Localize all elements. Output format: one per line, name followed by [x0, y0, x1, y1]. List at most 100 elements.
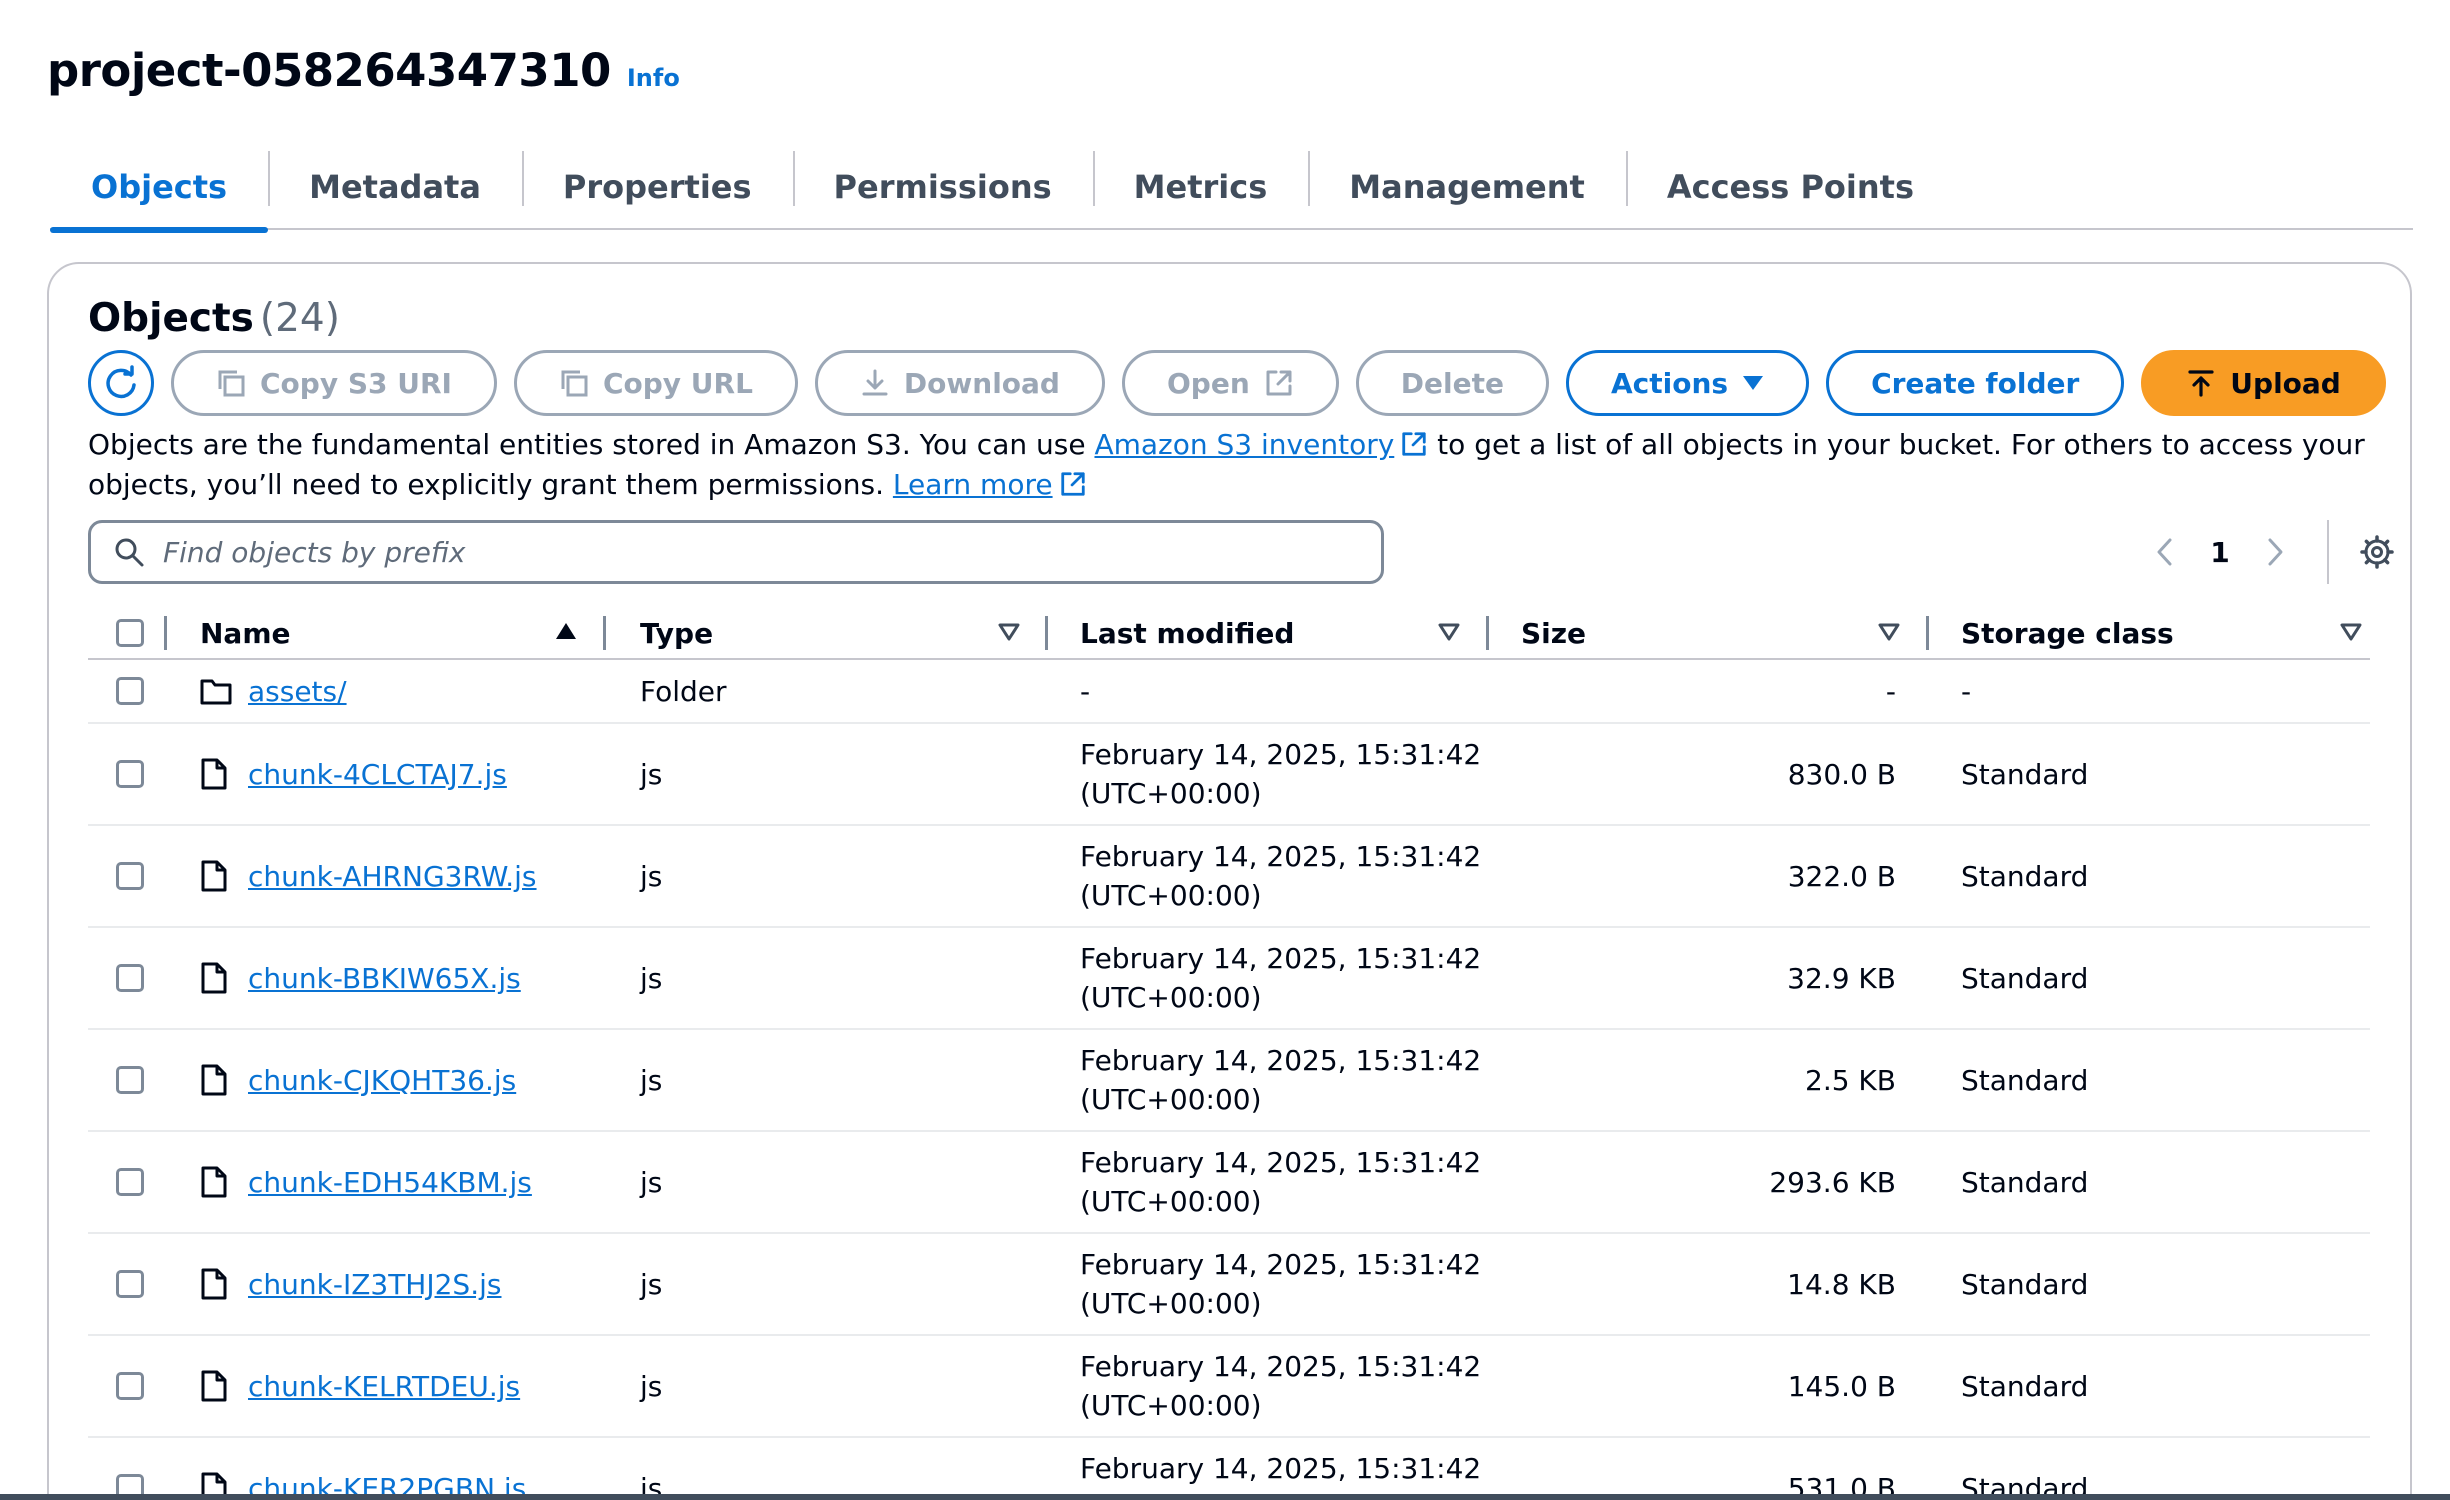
refresh-button[interactable]	[88, 350, 154, 416]
row-select-cell	[116, 724, 144, 824]
tab-permissions[interactable]: Permissions	[792, 144, 1093, 229]
column-header-size[interactable]: Size	[1521, 606, 1586, 660]
column-divider[interactable]	[603, 616, 606, 650]
open-label: Open	[1166, 366, 1250, 400]
row-select-cell	[116, 1438, 144, 1500]
row-checkbox[interactable]	[116, 1168, 144, 1196]
object-name-link[interactable]: chunk-IZ3THJ2S.js	[248, 1268, 501, 1301]
column-divider[interactable]	[1486, 616, 1489, 650]
size-cell: 32.9 KB	[1787, 961, 1896, 995]
row-checkbox[interactable]	[116, 677, 144, 705]
tab-objects[interactable]: Objects	[50, 144, 269, 233]
next-page-button[interactable]	[2245, 520, 2305, 584]
type-cell: js	[640, 859, 663, 893]
folder-icon	[200, 679, 232, 705]
column-header-type[interactable]: Type	[640, 606, 713, 660]
size-cell: 14.8 KB	[1787, 1267, 1896, 1301]
object-name-link[interactable]: chunk-KELRTDEU.js	[248, 1370, 520, 1403]
objects-count: (24)	[259, 296, 340, 341]
copy-url-button[interactable]: Copy URL	[513, 350, 798, 416]
column-divider[interactable]	[1045, 616, 1048, 650]
type-cell: Folder	[640, 674, 727, 708]
copy-s3-uri-button[interactable]: Copy S3 URI	[171, 350, 497, 416]
tab-access-points[interactable]: Access Points	[1625, 144, 1955, 229]
upload-button[interactable]: Upload	[2141, 350, 2386, 416]
info-link[interactable]: Info	[627, 64, 680, 92]
row-checkbox[interactable]	[116, 760, 144, 788]
previous-page-button[interactable]	[2135, 520, 2195, 584]
table-row: chunk-AHRNG3RW.js js February 14, 2025, …	[88, 826, 2370, 928]
sort-icon[interactable]	[2340, 621, 2362, 643]
type-cell: js	[640, 1165, 663, 1199]
object-name-link[interactable]: chunk-4CLCTAJ7.js	[248, 758, 507, 791]
last-modified-date: February 14, 2025, 15:31:42	[1080, 840, 1482, 873]
create-folder-button[interactable]: Create folder	[1826, 350, 2125, 416]
column-header-last-modified[interactable]: Last modified	[1080, 606, 1294, 660]
last-modified-cell: February 14, 2025, 15:31:42 (UTC+00:00)	[1080, 724, 1481, 824]
file-icon	[201, 1268, 227, 1300]
last-modified-timezone: (UTC+00:00)	[1080, 879, 1262, 912]
table-row: chunk-EDH54KBM.js js February 14, 2025, …	[88, 1132, 2370, 1234]
last-modified-cell: February 14, 2025, 15:31:42 (UTC+00:00)	[1080, 826, 1481, 926]
file-icon	[201, 1166, 227, 1198]
storage-class-cell: Standard	[1961, 1369, 2089, 1403]
tab-management[interactable]: Management	[1308, 144, 1626, 229]
row-checkbox[interactable]	[116, 1066, 144, 1094]
open-button[interactable]: Open	[1121, 350, 1339, 416]
actions-dropdown[interactable]: Actions	[1565, 350, 1810, 416]
object-name-link[interactable]: chunk-BBKIW65X.js	[248, 962, 521, 995]
name-cell: chunk-EDH54KBM.js	[200, 1132, 532, 1232]
tab-metrics[interactable]: Metrics	[1092, 144, 1309, 229]
select-all-checkbox[interactable]	[116, 619, 144, 647]
name-cell: chunk-AHRNG3RW.js	[200, 826, 537, 926]
row-checkbox[interactable]	[116, 1372, 144, 1400]
external-link-icon	[1060, 472, 1085, 496]
last-modified-date: February 14, 2025, 15:31:42	[1080, 1350, 1482, 1383]
learn-more-link[interactable]: Learn more	[893, 468, 1087, 501]
size-cell: 830.0 B	[1787, 757, 1896, 791]
tab-properties[interactable]: Properties	[521, 144, 793, 229]
sort-icon[interactable]	[998, 621, 1020, 643]
storage-class-cell: Standard	[1961, 1267, 2089, 1301]
row-checkbox[interactable]	[116, 1270, 144, 1298]
preferences-button[interactable]	[2347, 520, 2407, 584]
download-icon	[862, 369, 888, 396]
sort-ascending-icon[interactable]	[555, 621, 577, 643]
download-button[interactable]: Download	[814, 350, 1105, 416]
copy-icon	[218, 370, 245, 397]
upload-label: Upload	[2230, 366, 2341, 400]
page-number[interactable]: 1	[2195, 536, 2245, 569]
object-name-link[interactable]: chunk-AHRNG3RW.js	[248, 860, 537, 893]
chevron-right-icon	[2268, 538, 2283, 566]
sort-icon[interactable]	[1438, 621, 1460, 643]
row-select-cell	[116, 1336, 144, 1436]
name-cell: assets/	[200, 660, 347, 722]
column-header-name[interactable]: Name	[200, 606, 291, 660]
search-box[interactable]	[88, 520, 1384, 584]
tab-metadata[interactable]: Metadata	[268, 144, 522, 229]
object-name-link[interactable]: chunk-CJKQHT36.js	[248, 1064, 516, 1097]
external-link-icon	[1402, 432, 1426, 456]
name-cell: chunk-IZ3THJ2S.js	[200, 1234, 501, 1334]
row-checkbox[interactable]	[116, 862, 144, 890]
delete-label: Delete	[1400, 366, 1504, 400]
search-input[interactable]	[163, 535, 1313, 569]
column-header-storage-class[interactable]: Storage class	[1961, 606, 2174, 660]
pagination: 1	[2135, 520, 2407, 584]
column-divider[interactable]	[1926, 616, 1929, 650]
type-cell: js	[640, 1471, 663, 1500]
last-modified-cell: February 14, 2025, 15:31:42 (UTC+00:00)	[1080, 1030, 1481, 1130]
type-cell: js	[640, 961, 663, 995]
row-checkbox[interactable]	[116, 964, 144, 992]
s3-inventory-link[interactable]: Amazon S3 inventory	[1094, 428, 1428, 461]
object-name-link[interactable]: chunk-EDH54KBM.js	[248, 1166, 532, 1199]
objects-description: Objects are the fundamental entities sto…	[88, 425, 2388, 505]
delete-button[interactable]: Delete	[1355, 350, 1549, 416]
file-icon	[201, 1064, 227, 1096]
sort-icon[interactable]	[1878, 621, 1900, 643]
last-modified-date: February 14, 2025, 15:31:42	[1080, 942, 1482, 975]
row-select-cell	[116, 1234, 144, 1334]
storage-class-cell: -	[1961, 674, 1972, 708]
create-folder-label: Create folder	[1871, 366, 2080, 400]
object-name-link[interactable]: assets/	[248, 675, 347, 708]
